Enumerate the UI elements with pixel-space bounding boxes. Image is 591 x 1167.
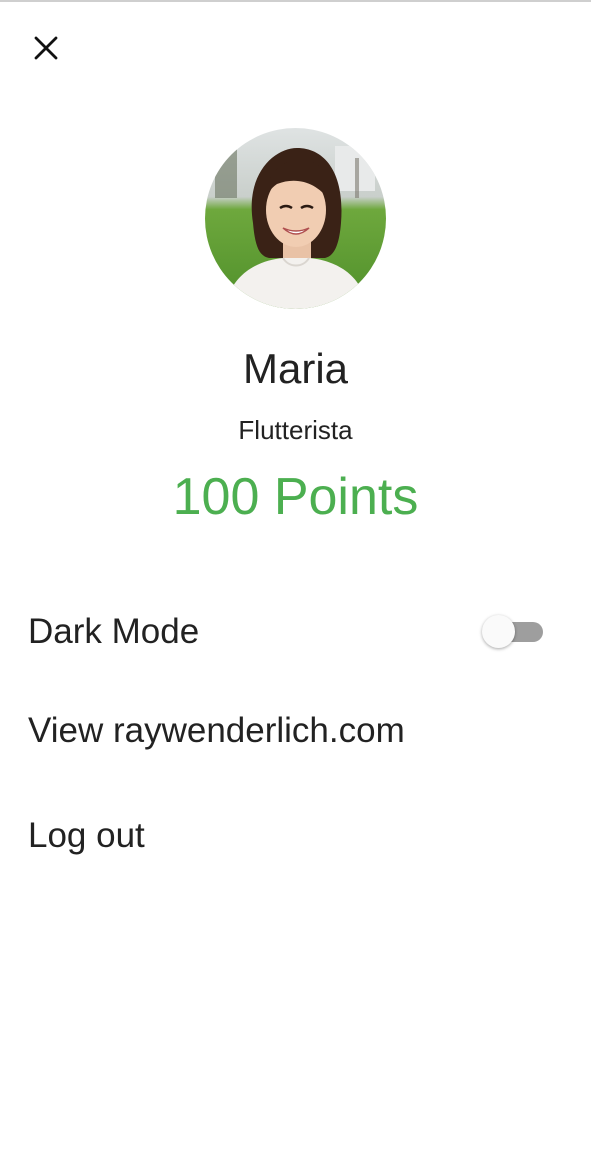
dark-mode-label: Dark Mode (28, 612, 200, 651)
view-site-link[interactable]: View raywenderlich.com (28, 709, 405, 753)
toggle-thumb (482, 615, 515, 648)
profile-title: Flutterista (238, 415, 353, 445)
profile-name: Maria (242, 345, 349, 392)
close-button[interactable] (22, 24, 70, 72)
top-divider (0, 0, 591, 2)
avatar (205, 128, 386, 309)
dark-mode-toggle[interactable] (482, 613, 546, 649)
logout-button[interactable]: Log out (28, 814, 145, 858)
close-icon (34, 36, 58, 60)
points-count: 100 Points (172, 468, 419, 526)
profile-photo (205, 128, 386, 309)
